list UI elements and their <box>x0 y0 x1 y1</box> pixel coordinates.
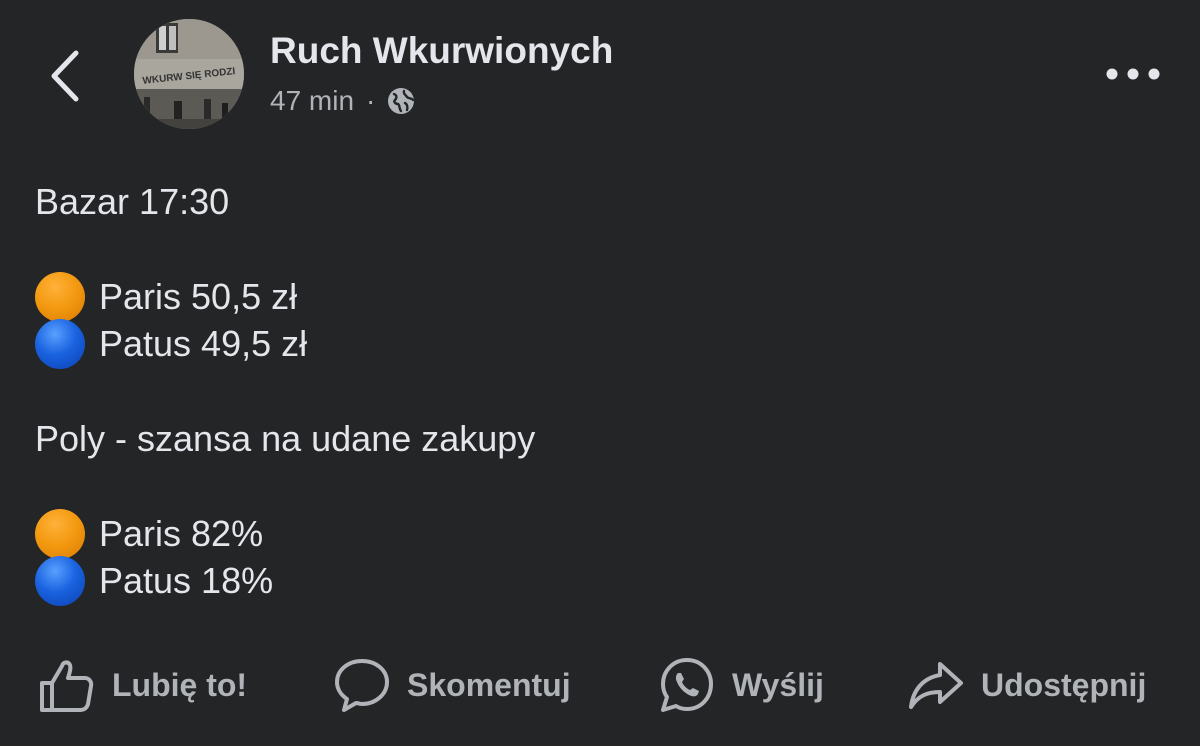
avatar-image: WKURW SIĘ RODZI <box>134 19 244 129</box>
price-item-paris: Paris 50,5 zł <box>35 271 1155 322</box>
post-actions-bar: Lubię to! Skomentuj Wyślij Udostępnij <box>0 650 1200 720</box>
avatar[interactable]: WKURW SIĘ RODZI <box>134 19 244 129</box>
post-meta: 47 min · <box>270 85 417 117</box>
chance-item-label: Paris 82% <box>99 513 264 554</box>
more-options-button[interactable] <box>1102 58 1164 90</box>
comment-button[interactable]: Skomentuj <box>333 650 571 720</box>
post-body: Bazar 17:30 Paris 50,5 zł Patus 49,5 zł … <box>35 178 1155 606</box>
like-label: Lubię to! <box>112 666 248 703</box>
price-item-label: Paris 50,5 zł <box>99 276 298 317</box>
like-button[interactable]: Lubię to! <box>38 650 247 720</box>
post-line-poly: Poly - szansa na udane zakupy <box>35 415 1155 462</box>
orange-circle-icon <box>35 508 85 559</box>
thumbs-up-icon <box>40 660 94 712</box>
share-button[interactable]: Udostępnij <box>907 650 1146 720</box>
price-item-patus: Patus 49,5 zł <box>35 318 1155 369</box>
share-arrow-icon <box>909 662 963 709</box>
chance-item-label: Patus 18% <box>99 560 274 601</box>
chance-item-patus: Patus 18% <box>35 555 1155 606</box>
post-text-line: Poly - szansa na udane zakupy <box>35 418 536 459</box>
blue-circle-icon <box>35 318 85 369</box>
blue-circle-icon <box>35 555 85 606</box>
comment-bubble-icon <box>335 659 389 712</box>
post-time[interactable]: 47 min <box>270 85 354 117</box>
globe-icon <box>388 88 415 114</box>
whatsapp-icon <box>661 658 713 712</box>
post-line-market: Bazar 17:30 <box>35 178 1155 225</box>
price-item-label: Patus 49,5 zł <box>99 323 308 364</box>
more-horizontal-icon <box>1106 68 1160 80</box>
back-button[interactable] <box>44 46 88 106</box>
send-label: Wyślij <box>732 666 824 703</box>
comment-label: Skomentuj <box>407 666 571 703</box>
author-name[interactable]: Ruch Wkurwionych <box>270 30 613 72</box>
orange-circle-icon <box>35 271 85 322</box>
send-button[interactable]: Wyślij <box>658 650 824 720</box>
meta-separator: · <box>366 85 376 116</box>
post-view: WKURW SIĘ RODZI Ruch Wkurwionych 47 min … <box>0 0 1200 746</box>
chance-item-paris: Paris 82% <box>35 508 1155 559</box>
share-label: Udostępnij <box>981 666 1147 703</box>
post-text-line: Bazar 17:30 <box>35 181 230 222</box>
chevron-left-icon <box>51 50 79 102</box>
